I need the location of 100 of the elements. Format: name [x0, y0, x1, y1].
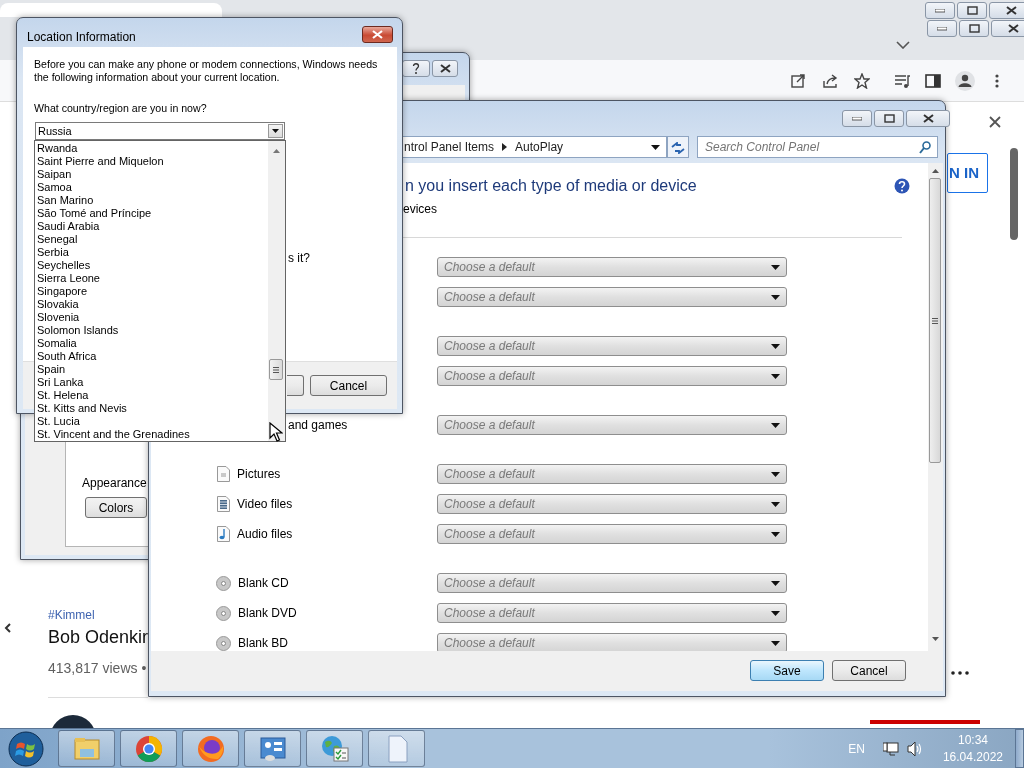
scrollbar-thumb[interactable] [269, 359, 283, 380]
scrollbar-thumb[interactable] [929, 178, 941, 463]
maximize-button[interactable] [959, 20, 989, 37]
close-button[interactable] [991, 20, 1024, 37]
list-item[interactable]: Somalia [35, 337, 268, 350]
list-item[interactable]: St. Helena [35, 389, 268, 402]
breadcrumb-item[interactable]: AutoPlay [515, 138, 564, 156]
more-options-icon[interactable] [994, 73, 1000, 89]
volume-icon[interactable] [906, 740, 923, 757]
search-field[interactable]: Search Control Panel [697, 136, 938, 158]
question-label: What country/region are you in now? [34, 101, 207, 116]
save-button[interactable]: Save [750, 660, 824, 681]
list-item[interactable]: St. Vincent and the Grenadines [35, 428, 268, 441]
back-chevron-icon[interactable] [4, 623, 11, 633]
profile-icon[interactable] [955, 71, 975, 91]
close-button[interactable] [989, 2, 1024, 19]
list-item[interactable]: St. Lucia [35, 415, 268, 428]
list-item[interactable]: San Marino [35, 194, 268, 207]
media-type-label: Blank CD [238, 575, 289, 592]
list-item[interactable]: Samoa [35, 181, 268, 194]
network-icon[interactable] [882, 740, 899, 757]
image-file-icon [217, 466, 230, 482]
scroll-up-icon[interactable] [932, 169, 939, 173]
list-item[interactable]: Sri Lanka [35, 376, 268, 389]
list-item[interactable]: Slovakia [35, 298, 268, 311]
list-item[interactable]: Saipan [35, 168, 268, 181]
dropdown-arrow-icon [771, 640, 780, 646]
help-icon [412, 63, 420, 74]
minimize-icon [935, 8, 945, 13]
search-icon[interactable] [919, 141, 931, 154]
help-icon[interactable] [894, 178, 910, 194]
cancel-button[interactable]: Cancel [310, 375, 387, 396]
dropdown-arrow-icon [771, 264, 780, 270]
side-panel-icon[interactable] [925, 73, 941, 89]
scrollbar-thumb[interactable] [1010, 148, 1018, 240]
minimize-button[interactable] [927, 20, 957, 37]
list-item[interactable]: Spain [35, 363, 268, 376]
country-list[interactable] [34, 140, 286, 442]
dropdown-arrow-icon [771, 610, 780, 616]
scrollbar[interactable] [928, 163, 943, 651]
list-item[interactable]: South Africa [35, 350, 268, 363]
restore-button[interactable] [957, 2, 987, 19]
list-item[interactable]: St. Kitts and Nevis [35, 402, 268, 415]
open-in-new-icon[interactable] [790, 73, 806, 89]
cursor-icon [269, 422, 283, 442]
ok-button[interactable] [287, 375, 304, 396]
list-item[interactable]: Seychelles [35, 259, 268, 272]
maximize-icon [968, 24, 980, 33]
close-icon [1007, 24, 1019, 33]
taskbar-button[interactable] [120, 730, 177, 767]
windows-logo-icon [7, 729, 45, 768]
audio-file-icon [217, 526, 230, 542]
close-icon[interactable] [989, 116, 1001, 128]
scrollbar[interactable] [268, 141, 285, 441]
intro-text: Before you can make any phone or modem connections, Windows needs the following information about your current location. [34, 58, 379, 84]
start-button[interactable] [6, 729, 46, 768]
maximize-button[interactable] [874, 110, 904, 127]
minimize-button[interactable] [925, 2, 955, 19]
hashtag-link[interactable]: #Kimmel [48, 606, 95, 624]
taskbar-button[interactable] [244, 730, 301, 767]
list-item[interactable]: Slovenia [35, 311, 268, 324]
minimize-button[interactable] [842, 110, 872, 127]
list-item[interactable]: Senegal [35, 233, 268, 246]
taskbar-button[interactable] [368, 730, 425, 767]
star-icon[interactable] [854, 73, 870, 89]
sign-in-button[interactable]: N IN [947, 153, 988, 193]
close-button[interactable] [432, 60, 458, 77]
taskbar-button[interactable] [306, 730, 363, 767]
browser-icon [133, 733, 164, 764]
list-item[interactable]: Saint Pierre and Miquelon [35, 155, 268, 168]
disc-icon [216, 575, 231, 591]
list-item[interactable]: Solomon Islands [35, 324, 268, 337]
taskbar-button[interactable] [182, 730, 239, 767]
scroll-up-icon[interactable] [273, 149, 280, 153]
colors-button[interactable]: Colors [85, 497, 147, 518]
cancel-button[interactable]: Cancel [832, 660, 906, 681]
dropdown-arrow-icon[interactable] [651, 144, 660, 150]
more-options-icon[interactable] [951, 671, 969, 675]
share-icon[interactable] [822, 73, 838, 89]
refresh-button[interactable] [667, 136, 689, 158]
breadcrumb-item[interactable]: ntrol Panel Items [404, 138, 495, 156]
show-desktop-button[interactable] [1015, 729, 1024, 768]
scroll-down-icon[interactable] [932, 637, 939, 641]
playlist-icon[interactable] [894, 73, 910, 89]
list-item[interactable]: Sierra Leone [35, 272, 268, 285]
minimize-icon [852, 116, 862, 121]
list-item[interactable]: Singapore [35, 285, 268, 298]
close-button[interactable] [906, 110, 950, 127]
list-item[interactable]: Saudi Arabia [35, 220, 268, 233]
restore-icon [966, 6, 978, 15]
close-button[interactable] [362, 26, 393, 43]
dropdown-arrow-icon [771, 343, 780, 349]
taskbar-button[interactable] [58, 730, 115, 767]
chevron-down-icon[interactable] [896, 41, 910, 49]
help-button[interactable] [402, 60, 430, 77]
country-dropdown[interactable]: Russia [35, 122, 285, 140]
list-item[interactable]: São Tomé and Príncipe [35, 207, 268, 220]
section-description: evices [402, 201, 438, 217]
list-item[interactable]: Serbia [35, 246, 268, 259]
grip-icon [932, 318, 938, 324]
